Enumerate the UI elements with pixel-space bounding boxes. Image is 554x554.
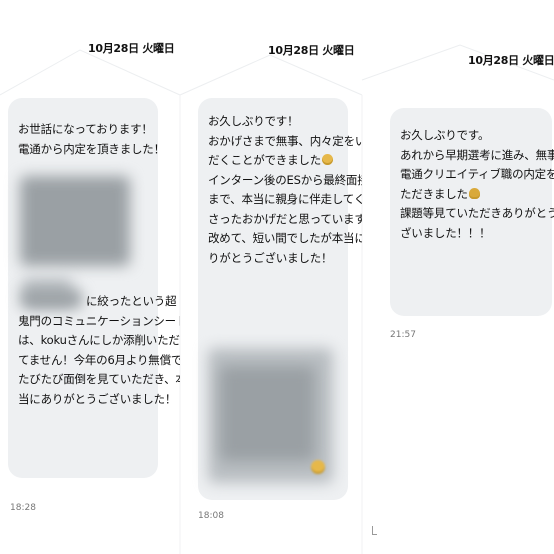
message-line: お世話になっております！ <box>18 122 153 136</box>
message-line: たびたび面倒を見ていただき、本 <box>18 372 180 386</box>
message-bubble[interactable]: お世話になっております！ 電通から内定を頂きました！ に絞ったという超 鬼門のコ… <box>8 98 180 478</box>
message-line: さったおかげだと思っています。 <box>208 211 362 226</box>
message-line: お久しぶりです！ <box>208 114 299 128</box>
message-line: は、kokuさんにしか添削いただい <box>18 333 180 347</box>
message-line: 課題等見ていただきありがとうご <box>400 206 554 220</box>
face-icon <box>468 187 480 199</box>
date-header: 10月28日 火曜日 <box>268 44 355 57</box>
message-line: まで、本当に親身に伴走してくだ <box>208 192 362 206</box>
message-line: 鬼門のコミュニケーションシート <box>18 313 180 328</box>
message-line: お久しぶりです。 <box>400 128 490 142</box>
grinning-face-icon <box>322 154 333 165</box>
message-bubble[interactable]: お久しぶりです！ おかげさまで無事、内々定をいた だくことができました インター… <box>198 98 362 500</box>
message-bubble[interactable]: お久しぶりです。 あれから早期選考に進み、無事に 電通クリエイティブ職の内定をい… <box>390 108 554 316</box>
message-line: に絞ったという超 <box>86 294 177 308</box>
redacted-text <box>20 176 130 266</box>
message-line: りがとうございました！ <box>208 250 333 265</box>
message-line: ざいました！！！ <box>400 225 491 240</box>
redacted-text <box>220 366 315 461</box>
message-line: 電通クリエイティブ職の内定をい <box>400 167 554 181</box>
message-time: 18:28 <box>10 503 36 513</box>
emoji-icon <box>311 460 325 474</box>
cursor-mark <box>372 526 377 535</box>
message-line: だくことができました <box>208 151 362 171</box>
message-line: 改めて、短い間でしたが本当にあ <box>208 231 362 245</box>
message-line: インターン後のESから最終面接 <box>208 172 362 187</box>
message-line: おかげさまで無事、内々定をいた <box>208 133 362 148</box>
chat-panel-2: 10月28日 火曜日 お久しぶりです！ おかげさまで無事、内々定をいた だくこと… <box>180 0 362 554</box>
message-line: てません！今年の6月より無償で <box>18 352 180 367</box>
date-header: 10月28日 火曜日 <box>88 42 175 55</box>
message-line: 当にありがとうございました！ <box>18 391 177 406</box>
chat-panel-1: 10月28日 火曜日 お世話になっております！ 電通から内定を頂きました！ に絞… <box>0 0 180 554</box>
message-line: あれから早期選考に進み、無事に <box>400 147 554 162</box>
date-header: 10月28日 火曜日 <box>468 54 554 67</box>
message-line: ただきました <box>400 185 554 205</box>
message-time: 18:08 <box>198 511 224 521</box>
chat-panel-3: 10月28日 火曜日 お久しぶりです。 あれから早期選考に進み、無事に 電通クリ… <box>362 0 554 554</box>
message-line: 電通から内定を頂きました！ <box>18 141 165 156</box>
message-time: 21:57 <box>390 330 416 340</box>
